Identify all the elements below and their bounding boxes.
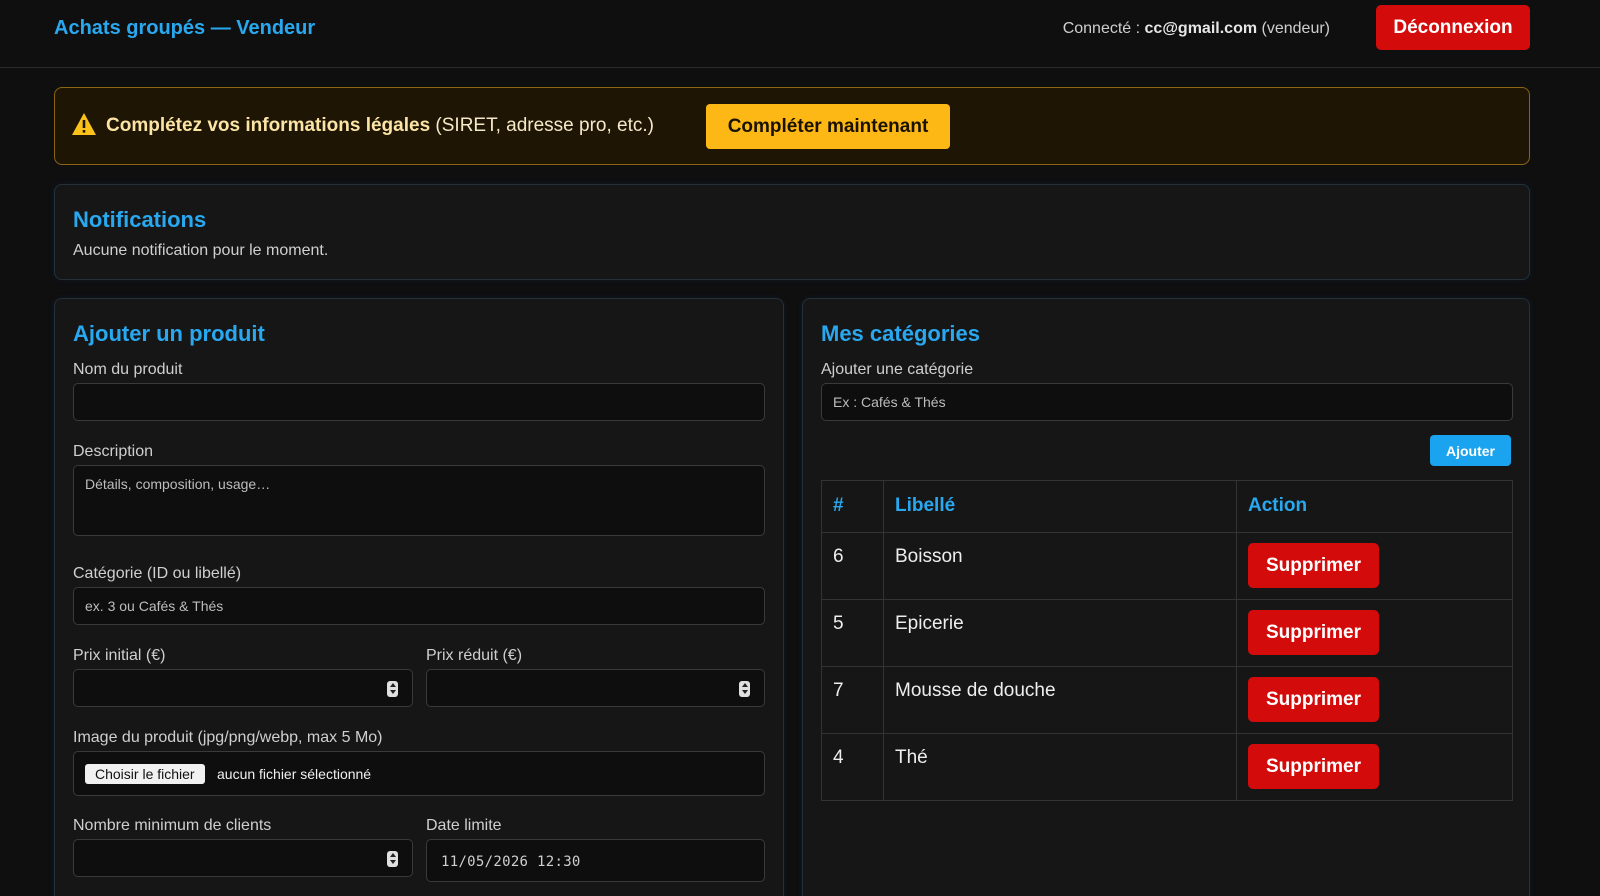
min-clients-input[interactable] (73, 839, 413, 877)
warning-icon (72, 113, 96, 135)
add-product-card: Ajouter un produit Nom du produit Descri… (54, 298, 784, 896)
deadline-label: Date limite (426, 817, 502, 834)
min-clients-label: Nombre minimum de clients (73, 817, 272, 834)
category-label: Thé (883, 733, 1237, 801)
notifications-title: Notifications (73, 207, 207, 232)
notifications-empty-text: Aucune notification pour le moment. (73, 242, 329, 259)
stepper-icon[interactable] (387, 681, 398, 697)
add-product-title: Ajouter un produit (73, 321, 265, 346)
alert-detail: (SIRET, adresse pro, etc.) (435, 115, 654, 136)
category-id: 7 (821, 666, 884, 734)
delete-category-button[interactable]: Supprimer (1248, 610, 1379, 655)
delete-category-button[interactable]: Supprimer (1248, 543, 1379, 588)
user-role: (vendeur) (1261, 20, 1330, 37)
complete-now-button[interactable]: Compléter maintenant (706, 104, 950, 149)
category-input[interactable] (73, 587, 765, 625)
initial-price-input[interactable] (73, 669, 413, 707)
category-id: 4 (821, 733, 884, 801)
table-row: 4 Thé Supprimer (821, 733, 1513, 801)
top-bar: Achats groupés — Vendeur Connecté : cc@g… (0, 0, 1600, 68)
connected-label: Connecté : (1062, 20, 1141, 37)
categories-table: # Libellé Action 6 Boisson Supprimer 5 E… (821, 480, 1513, 801)
stepper-icon[interactable] (739, 681, 750, 697)
legal-info-alert: Complétez vos informations légales (SIRE… (54, 87, 1530, 165)
file-status: aucun fichier sélectionné (217, 766, 372, 782)
reduced-price-label: Prix réduit (€) (426, 647, 523, 664)
product-name-input[interactable] (73, 383, 765, 421)
table-row: 6 Boisson Supprimer (821, 532, 1513, 600)
add-category-input[interactable] (821, 383, 1513, 421)
add-category-label: Ajouter une catégorie (821, 361, 974, 378)
user-info: Connecté : cc@gmail.com (vendeur) (1063, 20, 1330, 38)
column-header-action: Action (1236, 480, 1513, 533)
image-file-input[interactable]: Choisir le fichier aucun fichier sélecti… (73, 751, 765, 796)
notifications-card: Notifications Aucune notification pour l… (54, 184, 1530, 280)
category-id: 5 (821, 599, 884, 667)
delete-category-button[interactable]: Supprimer (1248, 744, 1379, 789)
category-id: 6 (821, 532, 884, 600)
alert-message: Complétez vos informations légales (SIRE… (106, 115, 654, 137)
table-header-row: # Libellé Action (821, 480, 1513, 533)
categories-title: Mes catégories (821, 321, 980, 346)
reduced-price-input[interactable] (426, 669, 765, 707)
stepper-icon[interactable] (387, 851, 398, 867)
delete-category-button[interactable]: Supprimer (1248, 677, 1379, 722)
description-label: Description (73, 443, 154, 460)
category-label: Epicerie (883, 599, 1237, 667)
category-label: Mousse de douche (883, 666, 1237, 734)
table-row: 7 Mousse de douche Supprimer (821, 666, 1513, 734)
add-category-button[interactable]: Ajouter (1430, 435, 1511, 466)
column-header-label: Libellé (883, 480, 1237, 533)
initial-price-label: Prix initial (€) (73, 647, 166, 664)
user-email: cc@gmail.com (1144, 20, 1258, 37)
category-label: Catégorie (ID ou libellé) (73, 565, 242, 582)
column-header-id: # (821, 480, 884, 533)
description-textarea[interactable] (73, 465, 765, 536)
deadline-input[interactable]: 11/05/2026 12:30 (426, 839, 765, 882)
image-label: Image du produit (jpg/png/webp, max 5 Mo… (73, 729, 383, 746)
category-label: Boisson (883, 532, 1237, 600)
product-name-label: Nom du produit (73, 361, 183, 378)
categories-card: Mes catégories Ajouter une catégorie Ajo… (802, 298, 1530, 896)
table-row: 5 Epicerie Supprimer (821, 599, 1513, 667)
choose-file-button[interactable]: Choisir le fichier (85, 764, 205, 784)
app-title: Achats groupés — Vendeur (54, 17, 316, 39)
logout-button[interactable]: Déconnexion (1376, 5, 1530, 50)
alert-title: Complétez vos informations légales (106, 115, 431, 136)
deadline-value: 11/05/2026 12:30 (441, 854, 581, 870)
